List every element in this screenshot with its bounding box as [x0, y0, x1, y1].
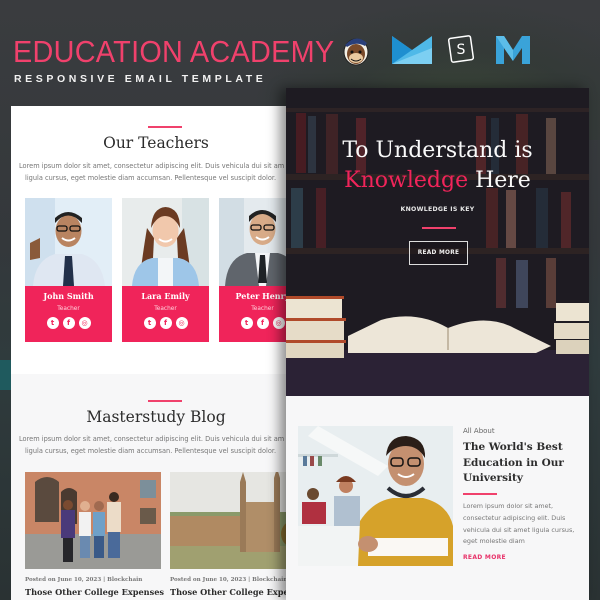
- feature-divider: [463, 493, 497, 495]
- teacher-info: John Smith Teacher t f ◎: [25, 286, 112, 342]
- blog-section-title: Masterstudy Blog: [86, 408, 226, 426]
- hero-subtitle: KNOWLEDGE IS KEY: [400, 206, 475, 213]
- twitter-icon[interactable]: t: [240, 317, 253, 329]
- description-line: Lorem ipsum dolor sit amet, consectetur …: [19, 162, 285, 170]
- hero-divider: [422, 227, 456, 229]
- blog-post-title[interactable]: Those Other College Expenses: [25, 587, 164, 597]
- teacher-card: Lara Emily Teacher t f ◎: [122, 198, 209, 342]
- feature-title: The World's Best Education in Our Univer…: [463, 441, 564, 484]
- instagram-icon[interactable]: ◎: [175, 317, 188, 329]
- teacher-card: John Smith Teacher t f ◎: [25, 198, 112, 342]
- hero-banner: To Understand is Knowledge Here KNOWLEDG…: [286, 88, 589, 396]
- blog-section: Masterstudy Blog Lorem ipsum dolor sit a…: [11, 374, 291, 600]
- feature-section: All About The World's Best Education in …: [286, 396, 589, 600]
- mailster-logo-icon: [496, 36, 530, 64]
- teacher-name: Lara Emily: [141, 291, 190, 301]
- brand-title: EDUCATION ACADEMY: [13, 34, 335, 69]
- instagram-icon[interactable]: ◎: [272, 317, 285, 329]
- teacher-photo: [219, 198, 291, 286]
- twitter-icon[interactable]: t: [143, 317, 156, 329]
- hero-title-line: To Understand is: [342, 138, 533, 163]
- teacher-role: Teacher: [154, 306, 177, 312]
- blog-post-meta: Posted on June 10, 2023 | Blockchain: [25, 577, 143, 583]
- mailchimp-logo-icon: [343, 38, 369, 66]
- hero-title-accent: Knowledge: [344, 168, 469, 193]
- feature-label: All About: [463, 427, 495, 435]
- facebook-icon[interactable]: f: [256, 317, 269, 329]
- teachers-section-description: Lorem ipsum dolor sit amet, consectetur …: [19, 161, 291, 184]
- social-links: t f ◎: [219, 317, 291, 329]
- teacher-name: Peter Henry: [235, 291, 290, 301]
- teacher-info: Lara Emily Teacher t f ◎: [122, 286, 209, 342]
- description-line: ligula cursus, eget molestie diam accums…: [25, 446, 277, 455]
- blog-post-title[interactable]: Those Other College Expenses: [170, 587, 291, 597]
- stampready-logo-icon: S: [448, 35, 474, 63]
- teachers-section-title: Our Teachers: [103, 134, 209, 152]
- blog-post-meta: Posted on June 10, 2023 | Blockchain: [170, 577, 288, 583]
- blog-post-image: [25, 472, 161, 569]
- feature-read-more-link[interactable]: READ MORE: [463, 554, 506, 561]
- teacher-role: Teacher: [57, 306, 80, 312]
- email-template-right-preview: To Understand is Knowledge Here KNOWLEDG…: [286, 88, 589, 600]
- blog-post-card[interactable]: Posted on June 10, 2023 | Blockchain Tho…: [170, 472, 291, 597]
- hero-title-line: Knowledge Here: [286, 166, 589, 196]
- twitter-icon[interactable]: t: [46, 317, 59, 329]
- campaign-monitor-logo-icon: [392, 36, 432, 64]
- teacher-name: John Smith: [43, 291, 94, 301]
- teacher-photo: [122, 198, 209, 286]
- email-template-left-preview: Our Teachers Lorem ipsum dolor sit amet,…: [11, 106, 291, 600]
- teacher-info: Peter Henry Teacher t f ◎: [219, 286, 291, 342]
- teacher-role: Teacher: [251, 306, 274, 312]
- feature-description: Lorem ipsum dolor sit amet, consectetur …: [463, 502, 575, 546]
- blog-post-card[interactable]: Posted on June 10, 2023 | Blockchain Tho…: [25, 472, 164, 597]
- blog-section-description: Lorem ipsum dolor sit amet, consectetur …: [19, 434, 291, 457]
- section-divider: [148, 126, 182, 128]
- svg-text:S: S: [457, 42, 466, 58]
- blog-post-image: [170, 472, 291, 569]
- social-links: t f ◎: [122, 317, 209, 329]
- facebook-icon[interactable]: f: [159, 317, 172, 329]
- hero-title-rest: Here: [468, 168, 531, 193]
- brand-subtitle: RESPONSIVE EMAIL TEMPLATE: [14, 73, 267, 85]
- description-line: Lorem ipsum dolor sit amet, consectetur …: [19, 435, 285, 443]
- feature-image: [298, 426, 453, 566]
- section-divider: [148, 400, 182, 402]
- teachers-section: Our Teachers Lorem ipsum dolor sit amet,…: [11, 106, 291, 374]
- hero-read-more-button[interactable]: READ MORE: [409, 241, 468, 265]
- facebook-icon[interactable]: f: [62, 317, 75, 329]
- social-links: t f ◎: [25, 317, 112, 329]
- description-line: ligula cursus, eget molestie diam accums…: [25, 173, 277, 182]
- teacher-photo: [25, 198, 112, 286]
- hero-title: To Understand is Knowledge Here: [286, 136, 589, 196]
- teacher-card: Peter Henry Teacher t f ◎: [219, 198, 291, 342]
- instagram-icon[interactable]: ◎: [78, 317, 91, 329]
